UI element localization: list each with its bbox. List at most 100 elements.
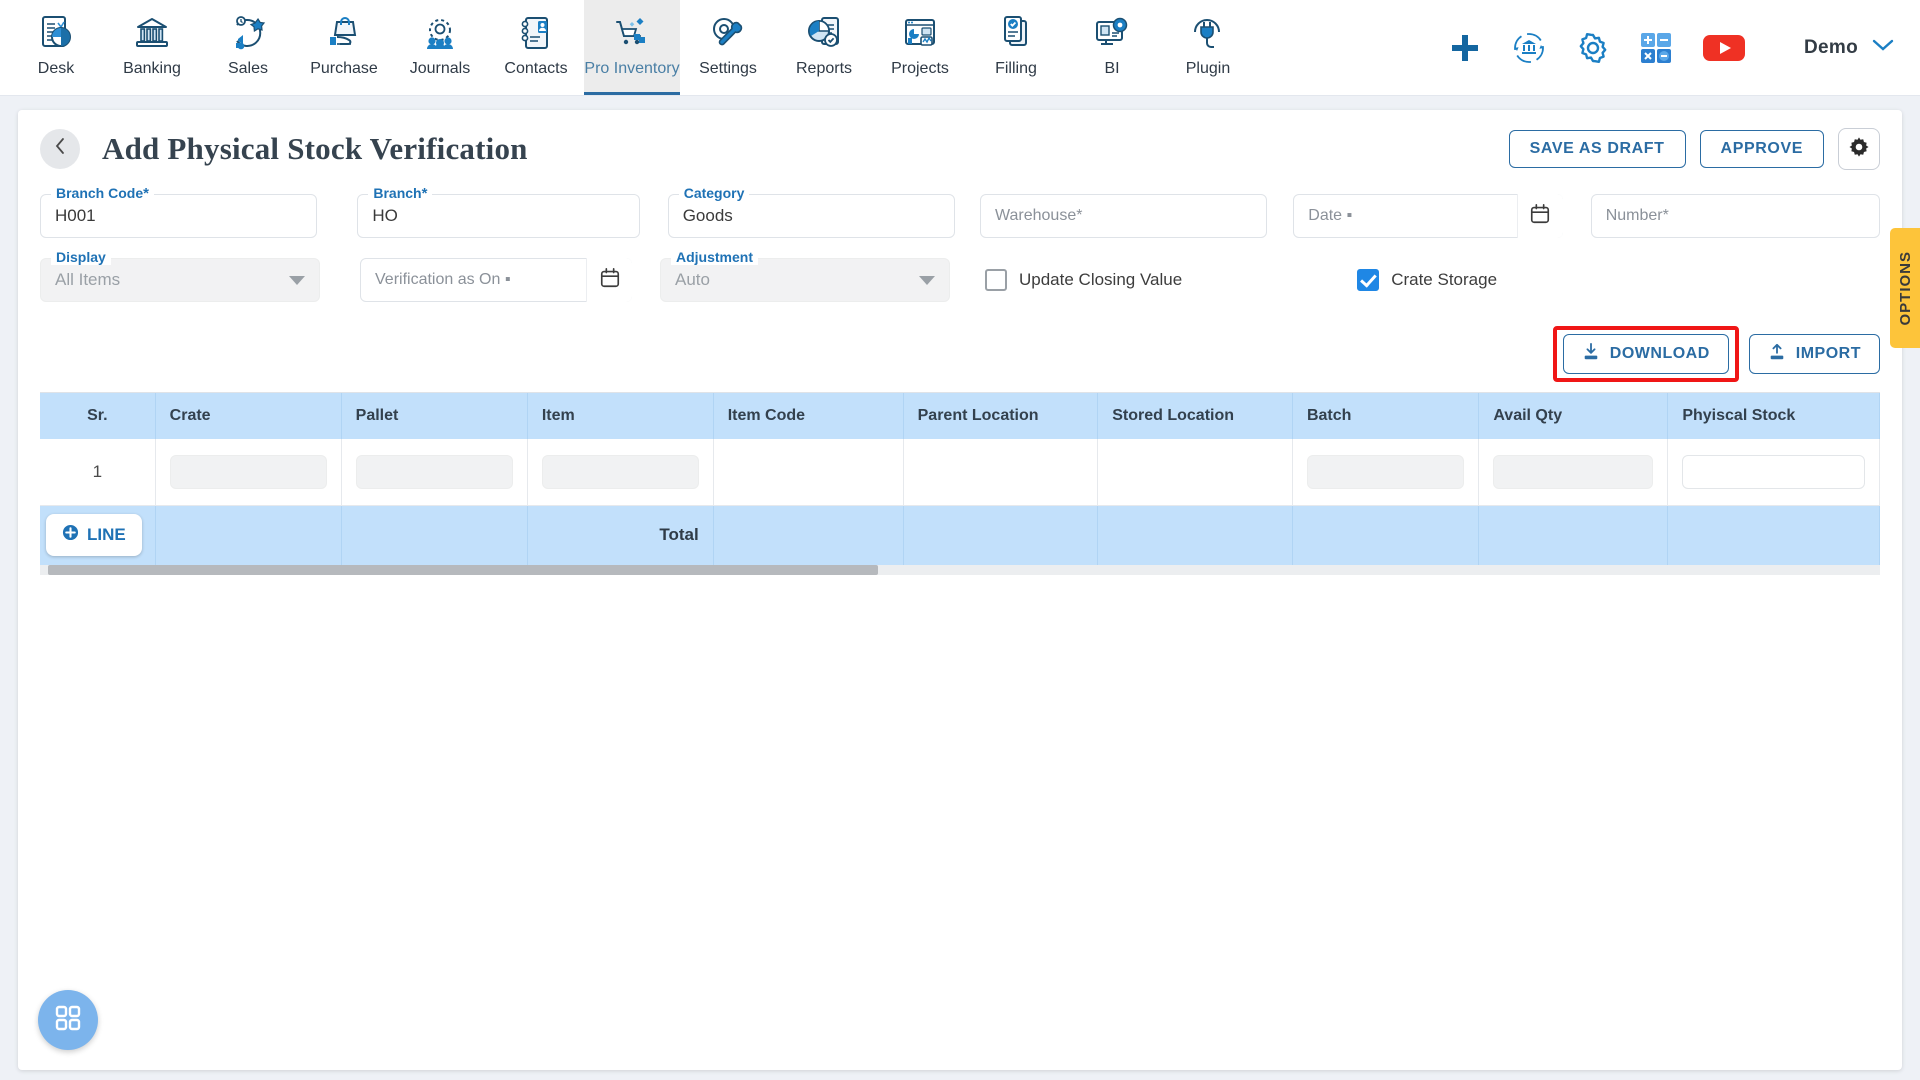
youtube-icon[interactable]: [1702, 32, 1746, 64]
cell-physical-stock[interactable]: [1667, 439, 1880, 506]
nav-item-contacts[interactable]: Contacts: [488, 0, 584, 95]
cell-crate[interactable]: [155, 439, 342, 506]
cell-avail-qty[interactable]: [1478, 439, 1669, 506]
calculator-icon[interactable]: [1640, 32, 1672, 64]
col-batch[interactable]: Batch: [1292, 393, 1480, 439]
chevron-down-icon: [289, 275, 305, 285]
col-sr[interactable]: Sr.: [40, 393, 156, 439]
checkbox-update-closing-value[interactable]: Update Closing Value: [985, 269, 1182, 291]
form-row-1: Branch Code* H001 Branch* HO Category Go…: [40, 180, 1880, 238]
pallet-input[interactable]: [355, 454, 513, 489]
save-as-draft-button[interactable]: SAVE AS DRAFT: [1508, 130, 1686, 168]
nav-item-desk[interactable]: Desk: [8, 0, 104, 95]
col-item-code[interactable]: Item Code: [713, 393, 904, 439]
nav-label: Settings: [699, 60, 757, 77]
col-stored-location[interactable]: Stored Location: [1097, 393, 1293, 439]
cell-item[interactable]: [527, 439, 714, 506]
branch-code-input[interactable]: H001: [55, 206, 96, 226]
col-crate[interactable]: Crate: [155, 393, 342, 439]
nav-item-settings[interactable]: Settings: [680, 0, 776, 95]
checkbox-box[interactable]: [1357, 269, 1380, 291]
col-item[interactable]: Item: [527, 393, 714, 439]
field-verification-as-on[interactable]: Verification as On ▪: [360, 258, 632, 302]
nav-item-journals[interactable]: Journals: [392, 0, 488, 95]
desk-chart-icon: [36, 10, 76, 56]
bank-sync-icon[interactable]: [1512, 31, 1546, 65]
add-plus-icon[interactable]: [1448, 31, 1482, 65]
field-warehouse[interactable]: Warehouse*: [979, 194, 1268, 238]
branch-input[interactable]: HO: [372, 206, 398, 226]
page-title: Add Physical Stock Verification: [102, 131, 528, 166]
field-adjustment[interactable]: Adjustment Auto: [660, 249, 950, 302]
nav-label: Sales: [227, 60, 269, 77]
checkbox-box[interactable]: [985, 269, 1007, 291]
reports-piechart-icon: [804, 10, 844, 56]
field-number[interactable]: Number*: [1590, 194, 1880, 238]
form-area: Branch Code* H001 Branch* HO Category Go…: [18, 180, 1902, 302]
gear-icon: [1848, 136, 1870, 163]
adjustment-select-value[interactable]: Auto: [675, 270, 710, 290]
nav-item-purchase[interactable]: Purchase: [296, 0, 392, 95]
chevron-down-icon: [919, 275, 935, 285]
warehouse-input[interactable]: Warehouse*: [995, 207, 1082, 225]
user-menu[interactable]: Demo: [1804, 37, 1894, 59]
col-pallet[interactable]: Pallet: [341, 393, 528, 439]
nav-item-sales[interactable]: Sales: [200, 0, 296, 95]
table-horizontal-scrollbar[interactable]: [40, 565, 1880, 575]
cell-batch[interactable]: [1292, 439, 1480, 506]
table-row: 1: [40, 439, 1880, 506]
col-parent-location[interactable]: Parent Location: [903, 393, 1099, 439]
field-label: Display: [51, 249, 111, 265]
avail-qty-input[interactable]: [1493, 454, 1654, 489]
back-button[interactable]: [40, 129, 80, 169]
nav-item-banking[interactable]: Banking: [104, 0, 200, 95]
nav-item-reports[interactable]: Reports: [776, 0, 872, 95]
category-input[interactable]: Goods: [683, 206, 733, 226]
nav-item-projects[interactable]: Projects: [872, 0, 968, 95]
field-display[interactable]: Display All Items: [40, 249, 320, 302]
date-input[interactable]: Date ▪: [1308, 207, 1352, 225]
import-button[interactable]: IMPORT: [1748, 334, 1880, 374]
total-blank-4: [903, 505, 1099, 565]
nav-item-bi[interactable]: BI: [1064, 0, 1160, 95]
nav-item-plugin[interactable]: Plugin: [1160, 0, 1256, 95]
approve-button[interactable]: APPROVE: [1699, 130, 1824, 168]
table-header-row: Sr. Crate Pallet Item Item Code Parent L…: [40, 393, 1880, 439]
download-button[interactable]: DOWNLOAD: [1562, 334, 1729, 374]
grid-apps-icon: [53, 1003, 83, 1038]
col-physical-stock[interactable]: Phyiscal Stock: [1667, 393, 1880, 439]
cell-pallet[interactable]: [341, 439, 528, 506]
crate-input[interactable]: [169, 454, 327, 489]
nav-label: Plugin: [1185, 60, 1231, 77]
gear-icon[interactable]: [1576, 31, 1610, 65]
chevron-down-icon: [1872, 38, 1894, 57]
date-picker-button[interactable]: [1516, 194, 1563, 238]
field-label: Category: [678, 185, 750, 201]
field-category[interactable]: Category Goods: [667, 185, 955, 238]
item-input[interactable]: [541, 454, 699, 489]
display-select-value[interactable]: All Items: [55, 270, 120, 290]
apps-fab-button[interactable]: [38, 990, 98, 1050]
verification-date-picker-button[interactable]: [586, 258, 632, 302]
number-input[interactable]: Number*: [1606, 207, 1669, 225]
field-branch-code[interactable]: Branch Code* H001: [40, 185, 318, 238]
field-branch[interactable]: Branch* HO: [357, 185, 640, 238]
nav-item-pro-inventory[interactable]: Pro Inventory: [584, 0, 680, 95]
nav-label: BI: [1104, 60, 1120, 77]
scrollbar-thumb[interactable]: [48, 565, 878, 575]
lines-grid: Sr. Crate Pallet Item Item Code Parent L…: [40, 393, 1880, 565]
nav-item-filling[interactable]: Filling: [968, 0, 1064, 95]
import-export-row: DOWNLOAD IMPORT: [18, 308, 1902, 392]
add-line-button[interactable]: LINE: [46, 514, 142, 557]
col-avail-qty[interactable]: Avail Qty: [1478, 393, 1669, 439]
physical-stock-input[interactable]: [1682, 454, 1865, 489]
options-side-tab[interactable]: OPTIONS: [1890, 228, 1920, 348]
download-label: DOWNLOAD: [1609, 345, 1710, 362]
checkbox-crate-storage[interactable]: Crate Storage: [1357, 269, 1497, 291]
total-blank-1: [155, 505, 342, 565]
field-date[interactable]: Date ▪: [1293, 194, 1563, 238]
plugin-plug-icon: [1188, 10, 1228, 56]
page-settings-button[interactable]: [1838, 128, 1880, 170]
batch-input[interactable]: [1306, 454, 1465, 489]
verification-as-on-input[interactable]: Verification as On ▪: [375, 271, 511, 289]
